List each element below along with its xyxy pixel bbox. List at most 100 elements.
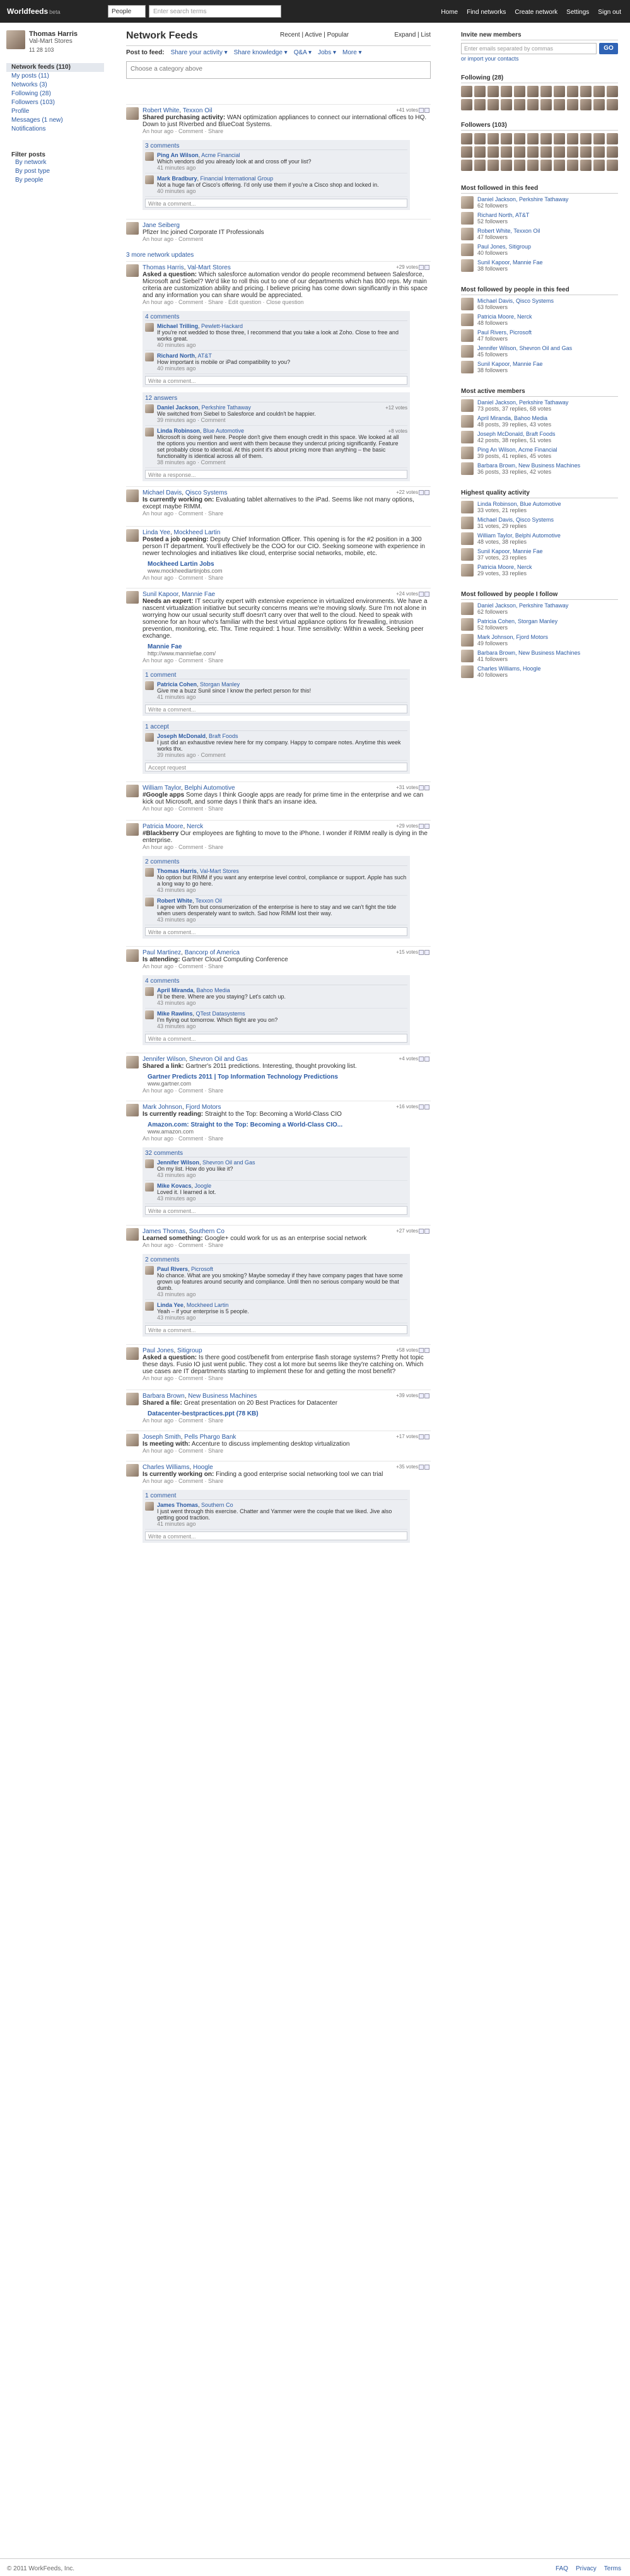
link-title[interactable]: Amazon.com: Straight to the Top: Becomin… bbox=[148, 1121, 342, 1128]
member-avatar[interactable] bbox=[593, 146, 605, 158]
write-comment-input[interactable]: Write a comment... bbox=[145, 376, 407, 385]
topnav-item[interactable]: Create network bbox=[515, 9, 557, 16]
post-link[interactable]: Amazon.com: Straight to the Top: Becomin… bbox=[148, 1121, 431, 1135]
commenter-avatar[interactable] bbox=[145, 1266, 154, 1275]
member-avatar[interactable] bbox=[514, 86, 525, 97]
post-meta[interactable]: An hour ago · Comment · Share bbox=[143, 1375, 431, 1382]
upvote-icon[interactable] bbox=[419, 1464, 424, 1470]
post-author[interactable]: Jennifer Wilson bbox=[143, 1056, 185, 1063]
member-name[interactable]: Jennifer Wilson, Shevron Oil and Gas bbox=[477, 345, 572, 351]
commenter-name[interactable]: Ping An Wilson bbox=[157, 152, 199, 158]
member-avatar[interactable] bbox=[461, 462, 474, 475]
post-author[interactable]: Robert White bbox=[143, 107, 179, 114]
member-avatar[interactable] bbox=[487, 160, 499, 171]
upvote-icon[interactable] bbox=[419, 785, 424, 790]
member-avatar[interactable] bbox=[514, 133, 525, 144]
member-avatar[interactable] bbox=[461, 665, 474, 678]
member-avatar[interactable] bbox=[567, 146, 578, 158]
commenter-company[interactable]: Texxon Oil bbox=[195, 898, 222, 904]
author-avatar[interactable] bbox=[126, 107, 139, 120]
member-avatar[interactable] bbox=[607, 99, 618, 110]
commenter-company[interactable]: Bahoo Media bbox=[197, 987, 230, 993]
downvote-icon[interactable] bbox=[424, 264, 429, 270]
author-avatar[interactable] bbox=[126, 1228, 139, 1241]
commenter-name[interactable]: Mike Kovacs bbox=[157, 1183, 192, 1189]
author-avatar[interactable] bbox=[126, 949, 139, 962]
commenter-name[interactable]: Paul Rivers bbox=[157, 1266, 188, 1272]
post-author[interactable]: Thomas Harris bbox=[143, 264, 184, 271]
member-avatar[interactable] bbox=[461, 564, 474, 577]
post-action[interactable]: Q&A ▾ bbox=[294, 49, 312, 56]
post-author[interactable]: Paul Martinez bbox=[143, 949, 181, 956]
member-name[interactable]: Sunil Kapoor, Mannie Fae bbox=[477, 361, 543, 367]
sidebar-item[interactable]: Network feeds (110) bbox=[6, 63, 104, 72]
member-avatar[interactable] bbox=[580, 133, 592, 144]
member-avatar[interactable] bbox=[461, 431, 474, 443]
post-author[interactable]: James Thomas bbox=[143, 1228, 185, 1235]
commenter-avatar[interactable] bbox=[145, 323, 154, 332]
member-avatar[interactable] bbox=[461, 618, 474, 631]
downvote-icon[interactable] bbox=[424, 1056, 429, 1062]
post-company[interactable]: Belphi Automotive bbox=[185, 785, 235, 792]
post-company[interactable]: Bancorp of America bbox=[185, 949, 240, 956]
write-response-input[interactable]: Accept request bbox=[145, 763, 407, 771]
link-title[interactable]: Datacenter-bestpractices.ppt (78 KB) bbox=[148, 1410, 259, 1417]
topnav-item[interactable]: Sign out bbox=[598, 9, 621, 16]
post-action[interactable]: Jobs ▾ bbox=[318, 49, 336, 56]
post-author[interactable]: Jane Seiberg bbox=[143, 222, 180, 229]
member-avatar[interactable] bbox=[461, 86, 472, 97]
member-avatar[interactable] bbox=[474, 133, 486, 144]
member-avatar[interactable] bbox=[461, 133, 472, 144]
sidebar-item[interactable]: Followers (103) bbox=[6, 98, 104, 107]
member-avatar[interactable] bbox=[593, 86, 605, 97]
post-meta[interactable]: An hour ago · Comment bbox=[143, 236, 431, 243]
post-company[interactable]: Mockheed Lartin bbox=[174, 529, 221, 536]
upvote-icon[interactable] bbox=[419, 1434, 424, 1439]
member-avatar[interactable] bbox=[580, 160, 592, 171]
member-avatar[interactable] bbox=[487, 146, 499, 158]
comments-count[interactable]: 4 comments bbox=[145, 977, 407, 985]
comments-count[interactable]: 32 comments bbox=[145, 1149, 407, 1157]
member-avatar[interactable] bbox=[607, 146, 618, 158]
downvote-icon[interactable] bbox=[424, 1393, 429, 1398]
link-title[interactable]: Mannie Fae bbox=[148, 643, 182, 650]
sort-modes[interactable]: Recent | Active | Popular bbox=[280, 32, 349, 38]
member-avatar[interactable] bbox=[580, 146, 592, 158]
commenter-company[interactable]: AT&T bbox=[198, 353, 212, 359]
member-name[interactable]: Patricia Moore, Nerck bbox=[477, 564, 532, 570]
more-updates-link[interactable]: 3 more network updates bbox=[126, 252, 431, 259]
post-author[interactable]: Paul Jones bbox=[143, 1347, 173, 1354]
commenter-avatar[interactable] bbox=[145, 681, 154, 690]
member-avatar[interactable] bbox=[461, 447, 474, 459]
member-avatar[interactable] bbox=[501, 133, 512, 144]
member-avatar[interactable] bbox=[501, 146, 512, 158]
member-avatar[interactable] bbox=[527, 146, 539, 158]
downvote-icon[interactable] bbox=[424, 1434, 429, 1439]
post-company[interactable]: Qisco Systems bbox=[185, 489, 228, 496]
upvote-icon[interactable] bbox=[419, 107, 424, 113]
downvote-icon[interactable] bbox=[424, 1347, 429, 1353]
commenter-name[interactable]: Mark Bradbury bbox=[157, 175, 197, 182]
answerer-avatar[interactable] bbox=[145, 428, 154, 436]
member-avatar[interactable] bbox=[540, 99, 552, 110]
commenter-company[interactable]: Mockheed Lartin bbox=[187, 1302, 229, 1308]
view-modes[interactable]: Expand | List bbox=[394, 32, 431, 38]
commenter-avatar[interactable] bbox=[145, 1159, 154, 1168]
post-author[interactable]: Mark Johnson bbox=[143, 1104, 182, 1111]
post-meta[interactable]: An hour ago · Comment · Share bbox=[143, 575, 431, 582]
answers-count[interactable]: 12 answers bbox=[145, 394, 407, 402]
member-avatar[interactable] bbox=[461, 313, 474, 326]
member-avatar[interactable] bbox=[461, 415, 474, 428]
commenter-name[interactable]: Linda Yee bbox=[157, 1302, 184, 1308]
downvote-icon[interactable] bbox=[424, 1228, 429, 1234]
member-avatar[interactable] bbox=[461, 634, 474, 647]
filter-item[interactable]: By network bbox=[6, 158, 104, 167]
commenter-avatar[interactable] bbox=[145, 987, 154, 996]
member-avatar[interactable] bbox=[593, 99, 605, 110]
downvote-icon[interactable] bbox=[424, 1464, 429, 1470]
commenter-avatar[interactable] bbox=[145, 868, 154, 877]
commenter-avatar[interactable] bbox=[145, 1502, 154, 1511]
author-avatar[interactable] bbox=[126, 264, 139, 277]
answerer-name[interactable]: Daniel Jackson bbox=[157, 404, 199, 411]
post-company[interactable]: Mannie Fae bbox=[182, 591, 215, 598]
